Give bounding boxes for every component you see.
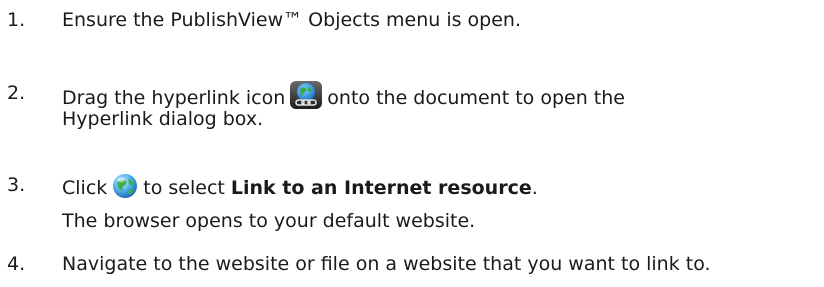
step-number: 1. <box>7 9 26 31</box>
step-body: Click to select Link to an Internet reso… <box>62 172 538 234</box>
step-line: Click to select Link to an Internet reso… <box>62 172 538 199</box>
step-emphasis: Link to an Internet resource <box>230 177 532 199</box>
step-text: onto the document to open the <box>327 87 625 109</box>
step-punctuation: . <box>531 177 538 199</box>
step-line: Hyperlink dialog box. <box>62 108 264 130</box>
hyperlink-icon <box>289 80 323 117</box>
step-text: Ensure the PublishView™ Objects menu is … <box>62 9 521 31</box>
step-text: to select <box>143 177 225 199</box>
step-number: 3. <box>7 174 26 196</box>
step-text: Navigate to the website or file on a web… <box>62 253 711 275</box>
step-number: 4. <box>7 253 26 275</box>
step-note: The browser opens to your default websit… <box>62 210 476 232</box>
step-body: Drag the hyperlink icon onto the documen… <box>62 80 625 132</box>
step-number: 2. <box>7 82 26 104</box>
internet-globe-icon <box>111 172 139 207</box>
step-line: Drag the hyperlink icon onto the documen… <box>62 80 625 109</box>
step-text: Click <box>62 177 108 199</box>
